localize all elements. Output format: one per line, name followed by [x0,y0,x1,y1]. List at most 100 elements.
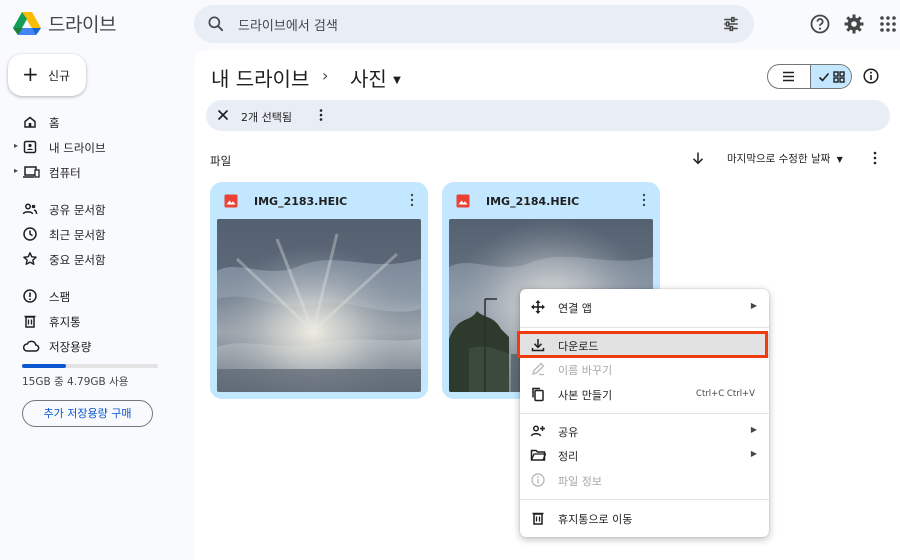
more-actions-icon[interactable] [314,108,328,122]
sidebar-item-starred[interactable]: 중요 문서함 [0,248,190,270]
sidebar-item-label: 중요 문서함 [49,253,106,267]
submenu-arrow-icon: ▶ [750,301,757,310]
submenu-arrow-icon: ▶ [750,449,757,458]
folder-title: 사진 [350,67,387,91]
info-icon[interactable] [862,67,880,85]
menu-item-label: 연결 앱 [558,302,592,315]
trash-icon [22,313,38,329]
expand-arrow-icon[interactable]: ▸ [14,141,18,150]
breadcrumb-root[interactable]: 내 드라이브 [211,63,309,92]
folder-open-icon [530,447,546,463]
settings-icon[interactable] [842,12,866,36]
view-toggle[interactable] [767,64,852,89]
new-button-label: 신규 [48,69,71,83]
sidebar-item-label: 컴퓨터 [49,166,81,180]
clear-selection-icon[interactable] [216,108,230,122]
menu-item-label: 이름 바꾸기 [558,364,613,377]
trash-icon [530,510,546,526]
breadcrumb-current[interactable]: 사진 ▼ [350,63,401,92]
sort-dropdown[interactable]: 마지막으로 수정한 날짜 ▼ [727,151,843,166]
new-button[interactable]: + 신규 [8,54,86,96]
sidebar-item-label: 공유 문서함 [49,203,106,217]
list-view-button[interactable] [768,65,810,88]
file-card[interactable]: IMG_2183.HEIC [210,182,428,399]
search-options-icon[interactable] [722,15,740,33]
sidebar-item-my-drive[interactable]: ▸ 내 드라이브 [0,136,190,158]
selection-count: 2개 선택됨 [241,111,292,124]
menu-item-open-with[interactable]: 연결 앱 ▶ [520,295,769,320]
list-icon [782,70,795,83]
help-icon[interactable] [808,12,832,36]
computer-icon [22,164,40,180]
search-icon[interactable] [206,14,226,34]
menu-item-make-copy[interactable]: 사본 만들기 Ctrl+C Ctrl+V [520,382,769,407]
menu-item-move-to-trash[interactable]: 휴지통으로 이동 [520,506,769,531]
sidebar-item-storage[interactable]: 저장용량 [0,335,190,357]
highlight-annotation-box [517,331,768,358]
spam-icon [22,288,38,304]
menu-item-file-info: 파일 정보 [520,468,769,493]
menu-item-share[interactable]: 공유 ▶ [520,419,769,444]
info-icon [530,472,546,488]
home-icon [22,114,38,130]
menu-item-label: 휴지통으로 이동 [558,513,633,526]
menu-item-label: 정리 [558,450,579,463]
menu-item-rename: 이름 바꾸기 [520,357,769,382]
plus-icon: + [22,62,39,86]
storage-usage-text: 15GB 중 4.79GB 사용 [22,376,129,388]
sort-label: 마지막으로 수정한 날짜 [727,153,831,165]
section-label: 파일 [210,154,232,168]
context-menu: 연결 앱 ▶ 다운로드 이름 바꾸기 사본 만들기 Ctrl+C Ctrl+V … [520,289,769,537]
check-icon [818,71,830,83]
sort-direction-icon[interactable] [690,150,706,166]
caret-down-icon: ▼ [836,155,843,164]
file-more-icon[interactable] [406,192,418,208]
menu-item-label: 사본 만들기 [558,389,613,402]
image-file-icon [224,194,238,208]
sidebar-item-shared[interactable]: 공유 문서함 [0,198,190,220]
search-bar[interactable]: 드라이브에서 검색 [194,5,754,43]
sidebar-item-recent[interactable]: 최근 문서함 [0,223,190,245]
open-with-icon [530,299,546,315]
menu-item-organize[interactable]: 정리 ▶ [520,443,769,468]
cloud-icon [22,338,40,354]
share-person-icon [530,423,546,439]
menu-divider [520,499,769,500]
sidebar-item-computers[interactable]: ▸ 컴퓨터 [0,161,190,183]
grid-view-button[interactable] [810,65,851,88]
file-more-icon[interactable] [638,192,650,208]
sidebar-item-label: 내 드라이브 [49,141,106,155]
image-file-icon [456,194,470,208]
star-icon [22,251,38,267]
drive-logo[interactable] [12,8,42,38]
shared-icon [22,201,38,217]
sidebar-item-label: 휴지통 [49,315,81,329]
menu-item-label: 공유 [558,426,579,439]
buy-storage-button[interactable]: 추가 저장용량 구매 [22,400,153,427]
sidebar-item-label: 스팸 [49,290,71,304]
caret-down-icon: ▼ [393,75,401,86]
storage-progress-fill [22,364,66,368]
breadcrumb-separator: › [322,66,329,85]
sidebar-item-label: 홈 [49,116,60,130]
submenu-arrow-icon: ▶ [750,425,757,434]
more-options-icon[interactable] [868,150,882,166]
image-thumbnail [217,219,421,392]
copy-icon [530,386,546,402]
sidebar-item-home[interactable]: 홈 [0,111,190,133]
menu-divider [520,413,769,414]
search-input[interactable]: 드라이브에서 검색 [238,15,338,34]
menu-item-label: 파일 정보 [558,475,602,488]
pencil-icon [530,361,546,377]
grid-icon [833,71,845,83]
recent-icon [22,226,38,242]
sidebar-item-label: 저장용량 [49,340,92,354]
selection-bar: 2개 선택됨 [206,100,890,131]
file-name: IMG_2184.HEIC [486,195,580,208]
apps-grid-icon[interactable] [876,12,900,36]
sidebar-item-spam[interactable]: 스팸 [0,285,190,307]
sidebar-item-trash[interactable]: 휴지통 [0,310,190,332]
sidebar-item-label: 최근 문서함 [49,228,106,242]
expand-arrow-icon[interactable]: ▸ [14,166,18,175]
shortcut-hint: Ctrl+C Ctrl+V [696,389,755,399]
